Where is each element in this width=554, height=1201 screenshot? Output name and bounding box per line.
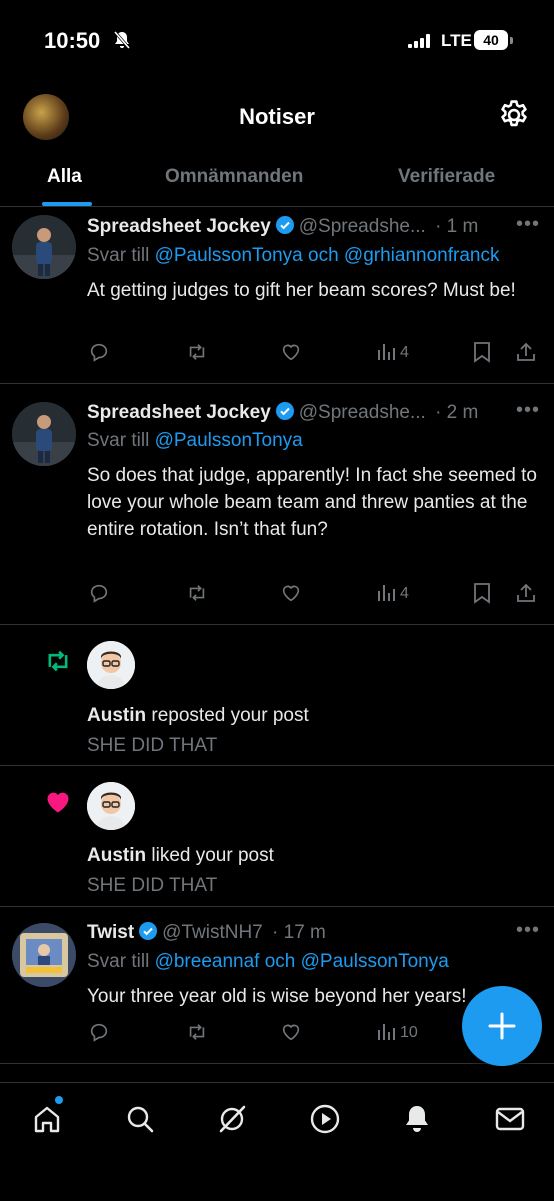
notification-user[interactable]: Austin — [87, 705, 146, 726]
heart-icon — [47, 792, 69, 813]
more-icon[interactable]: ••• — [516, 213, 540, 236]
reply-icon[interactable] — [88, 1021, 110, 1043]
views-value: 4 — [400, 344, 409, 361]
tweet-time: · 17 m — [272, 922, 326, 943]
verified-badge-icon — [139, 922, 158, 940]
network-label: LTE — [441, 31, 472, 50]
tweet-item[interactable]: Spreadsheet Jockey @Spreadshe... · 1 m ••… — [0, 207, 554, 384]
reply-context: Svar till @breeannaf och @PaulssonTonya — [87, 951, 449, 973]
avatar[interactable] — [12, 402, 76, 466]
reply-icon[interactable] — [88, 582, 110, 604]
views-value: 10 — [400, 1024, 418, 1041]
repost-icon[interactable] — [185, 1021, 209, 1043]
views-value: 4 — [400, 585, 409, 602]
tweet-actions: 4 — [0, 341, 554, 371]
home-unread-dot — [55, 1096, 63, 1104]
author-name[interactable]: Spreadsheet Jockey — [87, 402, 271, 423]
gear-icon[interactable] — [497, 98, 531, 132]
notification-post: SHE DID THAT — [87, 735, 218, 756]
signal-icon — [408, 34, 430, 48]
tweet-actions: 4 — [0, 582, 554, 612]
tweet-header: Twist @TwistNH7 · 17 m — [87, 921, 326, 944]
notification-tabs: Alla Omnämnanden Verifierade — [0, 162, 554, 206]
status-bar: 10:50 LTE 40 — [0, 0, 554, 80]
notification-action: reposted your post — [146, 705, 309, 726]
author-handle: @Spreadshe... — [298, 216, 426, 237]
battery-icon: 40 — [474, 30, 508, 50]
tweet-header: Spreadsheet Jockey @Spreadshe... · 2 m — [87, 401, 478, 424]
bookmark-icon[interactable] — [472, 341, 492, 363]
reply-prefix: Svar till — [87, 951, 155, 972]
page-title: Notiser — [239, 104, 315, 129]
notification-user[interactable]: Austin — [87, 845, 146, 866]
views-count[interactable]: 4 — [376, 582, 409, 607]
tweet-header: Spreadsheet Jockey @Spreadshe... · 1 m — [87, 215, 478, 238]
home-icon[interactable] — [31, 1103, 63, 1135]
tweet-time: · 1 m — [435, 216, 479, 237]
bottom-tab-bar — [0, 1082, 554, 1201]
tweet-time: · 2 m — [435, 402, 479, 423]
avatar[interactable] — [12, 923, 76, 987]
bookmark-icon[interactable] — [472, 582, 492, 604]
tab-mentions[interactable]: Omnämnanden — [165, 166, 303, 188]
notification-post: SHE DID THAT — [87, 875, 218, 896]
author-handle: @Spreadshe... — [298, 402, 426, 423]
author-name[interactable]: Spreadsheet Jockey — [87, 216, 271, 237]
video-icon[interactable] — [309, 1103, 341, 1135]
author-name[interactable]: Twist — [87, 922, 134, 943]
repost-icon — [48, 650, 68, 672]
notification-action: liked your post — [146, 845, 274, 866]
avatar[interactable] — [12, 215, 76, 279]
like-icon[interactable] — [279, 582, 303, 604]
repost-icon[interactable] — [185, 341, 209, 363]
share-icon[interactable] — [515, 341, 537, 363]
verified-badge-icon — [275, 216, 294, 234]
notification-text: Austin reposted your post — [87, 705, 309, 727]
reply-context: Svar till @PaulssonTonya — [87, 430, 303, 452]
avatar[interactable] — [87, 782, 135, 830]
reply-mentions[interactable]: @PaulssonTonya — [155, 430, 303, 451]
like-notification[interactable]: Austin liked your post SHE DID THAT — [0, 766, 554, 907]
more-icon[interactable]: ••• — [516, 399, 540, 422]
more-icon[interactable]: ••• — [516, 919, 540, 942]
like-icon[interactable] — [279, 341, 303, 363]
tab-verified[interactable]: Verifierade — [398, 166, 495, 188]
clock: 10:50 — [44, 28, 101, 53]
views-count[interactable]: 4 — [376, 341, 409, 366]
compose-button[interactable] — [462, 986, 542, 1066]
tweet-text: So does that judge, apparently! In fact … — [87, 465, 537, 540]
repost-icon[interactable] — [185, 582, 209, 604]
notification-text: Austin liked your post — [87, 845, 274, 867]
reply-prefix: Svar till — [87, 430, 155, 451]
views-icon — [378, 1024, 395, 1040]
reply-context: Svar till @PaulssonTonya och @grhiannonf… — [87, 245, 499, 267]
tweet-item[interactable]: Spreadsheet Jockey @Spreadshe... · 2 m ••… — [0, 384, 554, 625]
battery-cap — [510, 37, 513, 44]
views-icon — [378, 344, 395, 360]
share-icon[interactable] — [515, 582, 537, 604]
views-count[interactable]: 10 — [376, 1021, 418, 1046]
avatar[interactable] — [87, 641, 135, 689]
tweet-text: At getting judges to gift her beam score… — [87, 280, 516, 301]
views-icon — [378, 585, 395, 601]
reply-mentions[interactable]: @breeannaf och @PaulssonTonya — [155, 951, 449, 972]
messages-icon[interactable] — [494, 1103, 526, 1135]
reply-icon[interactable] — [88, 341, 110, 363]
grok-icon[interactable] — [216, 1103, 248, 1135]
author-handle: @TwistNH7 — [162, 922, 263, 943]
notifications-icon[interactable] — [401, 1103, 433, 1135]
repost-notification[interactable]: Austin reposted your post SHE DID THAT — [0, 625, 554, 766]
search-icon[interactable] — [124, 1103, 156, 1135]
reply-mentions[interactable]: @PaulssonTonya och @grhiannonfranck — [155, 245, 500, 266]
reply-prefix: Svar till — [87, 245, 155, 266]
silent-bell-icon — [113, 31, 131, 49]
tab-all[interactable]: Alla — [47, 166, 82, 188]
verified-badge-icon — [275, 402, 294, 420]
plus-icon — [488, 1012, 516, 1040]
like-icon[interactable] — [279, 1021, 303, 1043]
